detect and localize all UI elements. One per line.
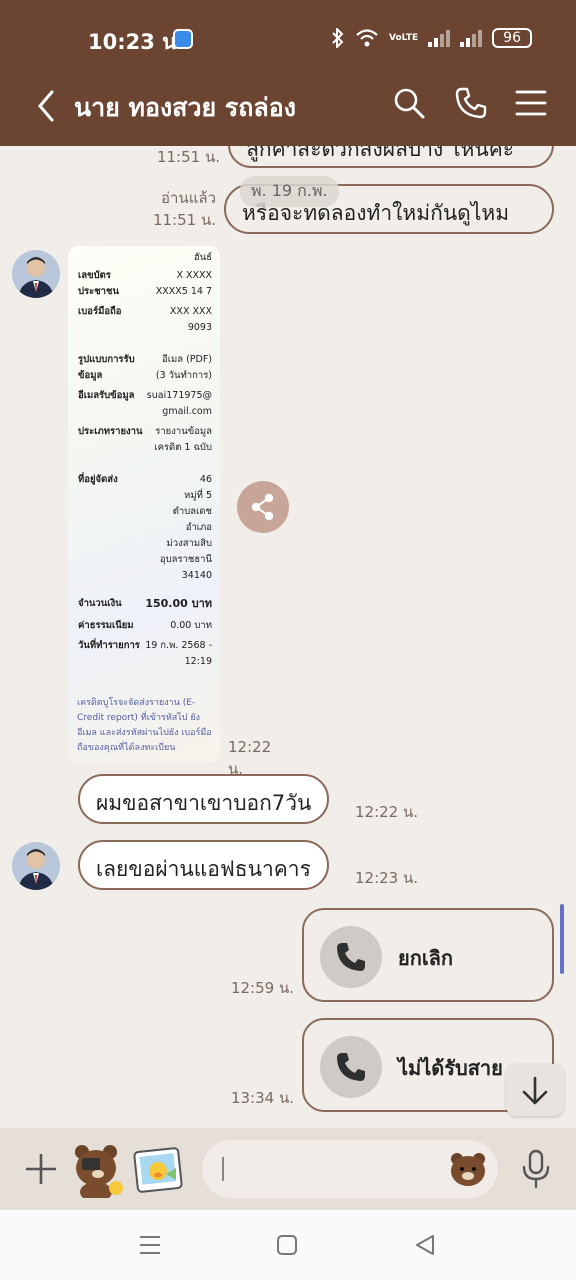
call-icon-circle — [320, 1036, 382, 1098]
receipt-row-value: 46 — [199, 474, 212, 485]
chat-header: นาย ทองสวย รถล่อง — [0, 72, 576, 146]
message-text: ลูกค้าสะดวกส่งผลบ้าง ไหนคะ — [246, 146, 515, 161]
search-icon[interactable] — [392, 86, 426, 120]
receipt-row-value: 19 ก.พ. 2568 - — [145, 640, 212, 651]
plus-icon[interactable] — [24, 1152, 58, 1186]
receipt-row-label: เบอร์มือถือ — [78, 306, 122, 317]
read-receipt: อ่านแล้ว — [161, 189, 216, 207]
outgoing-message-bubble[interactable]: ลูกค้าสะดวกส่งผลบ้าง ไหนคะ — [228, 146, 554, 168]
receipt-row-value: หมู่ที่ 5 — [184, 490, 212, 501]
receipt-row-label: ประชาชน — [78, 286, 119, 297]
back-icon[interactable] — [414, 1234, 436, 1256]
receipt-row-value: ม่วงสามสิบ — [166, 538, 212, 549]
receipt-row-label: ค่าธรรมเนียม — [78, 620, 134, 631]
signal-2-icon — [460, 29, 483, 47]
receipt-row-label: ประเภทรายงาน — [78, 426, 143, 437]
message-time: 11:51 น. — [152, 211, 216, 229]
call-status-label: ยกเลิก — [398, 946, 454, 970]
receipt-row-label: รูปแบบการรับ — [78, 354, 135, 365]
call-cancelled-card[interactable]: ยกเลิก — [302, 908, 554, 1002]
receipt-row-label: จำนวนเงิน — [78, 598, 122, 609]
microphone-icon[interactable] — [520, 1148, 552, 1190]
receipt-note: เครดิตบูโรจะจัดส่งรายงาน (E-Credit repor… — [77, 698, 212, 753]
contact-name[interactable]: นาย ทองสวย รถล่อง — [74, 88, 296, 128]
sticker-bear-icon[interactable] — [68, 1140, 126, 1198]
receipt-row-value: (3 วันทำการ) — [155, 370, 212, 381]
sticker-pack-icon[interactable] — [132, 1144, 184, 1196]
incoming-message-bubble[interactable]: เลยขอผ่านแอฟธนาคาร — [78, 840, 329, 890]
volte-icon: VoLTE — [388, 32, 419, 43]
status-bar: 10:23 น. VoLTE 96 — [0, 0, 576, 72]
home-icon[interactable] — [276, 1234, 298, 1256]
receipt-row-value: รายงานข้อมูล — [155, 426, 212, 437]
text-cursor — [222, 1157, 224, 1181]
receipt-row-value: เครดิต 1 ฉบับ — [154, 442, 212, 453]
receipt-row-value: suai171975@ — [146, 390, 212, 401]
contact-avatar[interactable] — [12, 250, 60, 298]
receipt-row-value: XXX XXX — [169, 306, 212, 317]
wifi-icon — [356, 29, 378, 47]
receipt-row-value: gmail.com — [162, 406, 212, 417]
status-time: 10:23 น. — [88, 30, 185, 54]
share-button[interactable] — [237, 481, 289, 533]
arrow-down-icon — [522, 1076, 548, 1105]
recents-menu-icon[interactable] — [138, 1234, 162, 1256]
message-time: 12:22 น. — [355, 803, 419, 821]
receipt-row-value: X XXXX — [176, 270, 212, 281]
receipt-row-value: อุบลราชธานี — [159, 554, 212, 565]
message-time: 11:51 น. — [156, 148, 220, 166]
phone-call-icon[interactable] — [454, 86, 488, 120]
chat-area[interactable]: ลูกค้าสะดวกส่งผลบ้าง ไหนคะ 11:51 น. หรือ… — [0, 146, 576, 1128]
person-icon — [12, 842, 60, 890]
receipt-row-label: ที่อยู่จัดส่ง — [78, 474, 118, 485]
receipt-row-value: ตำบลเดช — [172, 506, 212, 517]
receipt-row-value: XXXX5 14 7 — [155, 286, 212, 297]
receipt-row-value: 150.00 บาท — [145, 597, 212, 610]
person-icon — [12, 250, 60, 298]
bluetooth-icon — [332, 28, 344, 48]
message-text: เลยขอผ่านแอฟธนาคาร — [96, 857, 311, 881]
scroll-to-bottom-button[interactable] — [506, 1064, 564, 1116]
date-separator: พ. 19 ก.พ. — [240, 176, 339, 207]
phone-icon — [337, 943, 365, 971]
scrollbar-thumb[interactable] — [560, 904, 564, 974]
status-indicators: VoLTE 96 — [331, 28, 532, 48]
phone-icon — [337, 1053, 365, 1081]
receipt-row-label: อีเมลรับข้อมูล — [78, 390, 135, 401]
system-nav-bar — [0, 1210, 576, 1280]
contact-avatar[interactable] — [12, 842, 60, 890]
receipt-row-value: 9093 — [187, 322, 212, 333]
receipt-row-value: 0.00 บาท — [170, 620, 212, 631]
notification-app-icon — [173, 29, 193, 49]
receipt-row-label: ข้อมูล — [78, 370, 103, 381]
message-time: 12:59 น. — [230, 979, 294, 997]
call-icon-circle — [320, 926, 382, 988]
receipt-row-label: วันที่ทำรายการ — [78, 640, 140, 651]
signal-1-icon — [428, 29, 451, 47]
message-input[interactable] — [202, 1140, 498, 1198]
receipt-row-value: 12:19 — [184, 656, 212, 667]
message-time: 12:23 น. — [355, 869, 419, 887]
back-arrow-icon[interactable] — [28, 86, 68, 126]
call-status-label: ไม่ได้รับสาย — [398, 1056, 503, 1080]
message-input-bar — [0, 1128, 576, 1210]
message-text: ผมขอสาขาเขาบอก7วัน — [96, 791, 312, 815]
receipt-row-label: เลขบัตร — [78, 270, 111, 281]
receipt-row-value: อีเมล (PDF) — [162, 354, 212, 365]
receipt-row-value: 34140 — [181, 570, 212, 581]
share-icon — [251, 493, 274, 521]
message-time: 13:34 น. — [230, 1089, 294, 1107]
battery-icon: 96 — [492, 28, 532, 48]
receipt-image[interactable]: ฮันธ์เลขบัตร X XXXX ประชาชน XXXX5 14 7 เบอร์… — [68, 246, 220, 762]
receipt-row-value: ฮันธ์ — [193, 252, 212, 263]
receipt-row-value: อำเภอ — [185, 522, 212, 533]
emoji-bear-icon[interactable] — [448, 1150, 488, 1188]
menu-icon[interactable] — [514, 86, 548, 120]
incoming-message-bubble[interactable]: ผมขอสาขาเขาบอก7วัน — [78, 774, 330, 824]
